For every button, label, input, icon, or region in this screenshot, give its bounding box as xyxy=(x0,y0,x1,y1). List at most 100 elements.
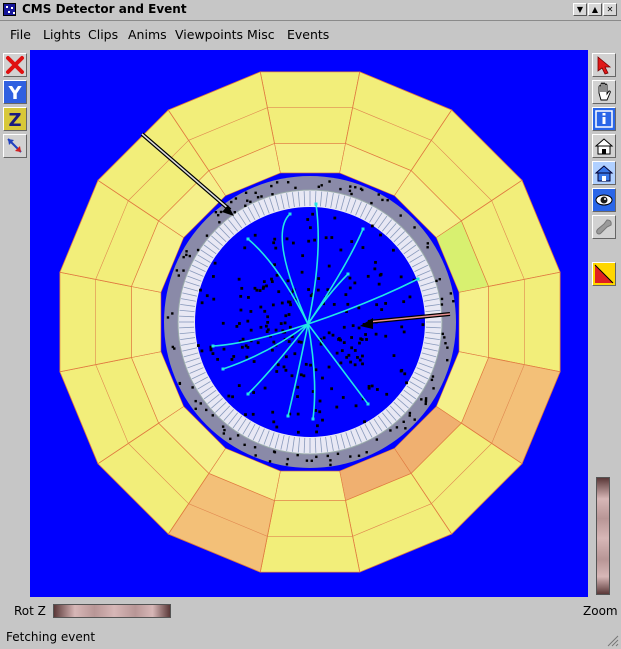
perspective-toggle-button[interactable] xyxy=(592,262,616,286)
tracker-hit xyxy=(321,418,324,422)
tracker-hit xyxy=(266,320,270,324)
outer-hit xyxy=(194,407,197,411)
tracker-hit xyxy=(359,337,363,341)
svg-text:Z: Z xyxy=(8,110,21,130)
y-axis-button[interactable]: Y xyxy=(3,80,27,104)
tracker-hit xyxy=(284,314,288,318)
outer-hit xyxy=(268,460,272,463)
menu-events[interactable]: Events xyxy=(287,27,329,42)
y-axis-icon: Y xyxy=(7,83,22,103)
minimize-button[interactable]: ▼ xyxy=(573,3,587,16)
svg-text:Y: Y xyxy=(7,83,22,103)
tracker-hit xyxy=(237,277,241,281)
tracker-hit xyxy=(273,237,277,241)
z-axis-button[interactable]: Z xyxy=(3,107,27,131)
tracker-hit xyxy=(370,224,374,228)
tracker-hit xyxy=(288,325,292,329)
tracker-hit xyxy=(327,365,331,369)
tracker-hit xyxy=(258,289,262,292)
tracker-hit xyxy=(272,241,276,245)
hand-button[interactable] xyxy=(592,80,616,104)
tracker-hit xyxy=(259,305,263,309)
outer-hit xyxy=(171,312,174,315)
seek-arrows-button[interactable] xyxy=(3,134,27,158)
close-x-button[interactable] xyxy=(3,53,27,77)
track-endpoint xyxy=(314,202,318,206)
outer-hit xyxy=(199,402,202,405)
outer-hit xyxy=(329,459,332,462)
tracker-hit xyxy=(379,233,382,237)
outer-hit xyxy=(294,186,297,190)
rot-z-thumbwheel[interactable] xyxy=(53,604,171,618)
outer-hit xyxy=(214,211,218,214)
outer-hit xyxy=(244,191,248,194)
tracker-hit xyxy=(342,325,346,329)
tracker-hit xyxy=(213,261,217,265)
outer-hit xyxy=(310,459,313,462)
menu-viewpoints[interactable]: Viewpoints xyxy=(175,27,243,42)
zoom-thumbwheel[interactable] xyxy=(596,477,610,595)
view-all-button[interactable] xyxy=(592,188,616,212)
tracker-hit xyxy=(315,430,318,434)
tracker-hit xyxy=(249,310,253,313)
outer-hit xyxy=(171,345,175,349)
info-button[interactable] xyxy=(592,107,616,131)
outer-hit xyxy=(178,382,182,385)
tracker-hit xyxy=(330,387,334,391)
tracker-hit xyxy=(279,322,283,325)
tracker-hit xyxy=(251,412,255,416)
outer-hit xyxy=(328,180,331,183)
close-x-icon xyxy=(6,56,24,74)
outer-hit xyxy=(253,446,257,449)
menu-clips[interactable]: Clips xyxy=(88,27,118,42)
tracker-hit xyxy=(264,324,268,328)
menu-file[interactable]: File xyxy=(10,27,31,42)
tracker-hit xyxy=(200,301,204,305)
tracker-hit xyxy=(290,374,294,378)
outer-hit xyxy=(223,428,226,432)
outer-hit xyxy=(440,303,444,306)
maximize-button[interactable]: ▲ xyxy=(588,3,602,16)
tracker-hit xyxy=(324,236,328,240)
menu-misc[interactable]: Misc xyxy=(247,27,275,42)
seek-tool-icon xyxy=(596,219,612,235)
tracker-hit xyxy=(322,336,326,340)
tracker-hit xyxy=(307,239,311,243)
tracker-hit xyxy=(266,315,270,319)
outer-hit xyxy=(285,463,289,466)
tracker-hit xyxy=(297,340,301,344)
menu-anims[interactable]: Anims xyxy=(128,27,167,42)
pointer-button[interactable] xyxy=(592,53,616,77)
outer-hit xyxy=(175,269,179,272)
outer-hit xyxy=(185,250,188,253)
outer-hit xyxy=(389,429,392,432)
seek-tool-button[interactable] xyxy=(592,215,616,239)
tracker-hit xyxy=(296,412,300,416)
home-button[interactable] xyxy=(592,134,616,158)
resize-grip-icon[interactable] xyxy=(606,634,619,647)
outer-hit xyxy=(348,189,352,193)
tracker-hit xyxy=(332,303,336,306)
track-endpoint xyxy=(221,367,225,371)
tracker-hit xyxy=(238,322,241,325)
tracker-hit xyxy=(348,276,352,280)
tracker-hit xyxy=(330,236,334,239)
tracker-hit xyxy=(302,374,306,378)
close-window-button[interactable]: ✕ xyxy=(603,3,617,16)
tracker-hit xyxy=(253,286,257,290)
tracker-hit xyxy=(265,284,268,288)
menu-bar: File Lights Clips Anims Viewpoints Misc … xyxy=(0,22,621,46)
detector-viewport[interactable] xyxy=(30,50,588,597)
outer-hit xyxy=(377,193,380,196)
tracker-hit xyxy=(384,334,388,338)
tracker-hit xyxy=(275,425,279,429)
ecal-segment xyxy=(274,470,346,501)
tracker-hit xyxy=(286,279,290,283)
tracker-hit xyxy=(239,294,243,298)
outer-hit xyxy=(350,192,353,196)
menu-lights[interactable]: Lights xyxy=(43,27,81,42)
tracker-hit xyxy=(340,349,344,353)
track-endpoint xyxy=(366,402,370,406)
set-home-button[interactable] xyxy=(592,161,616,185)
tracker-hit xyxy=(392,248,395,252)
